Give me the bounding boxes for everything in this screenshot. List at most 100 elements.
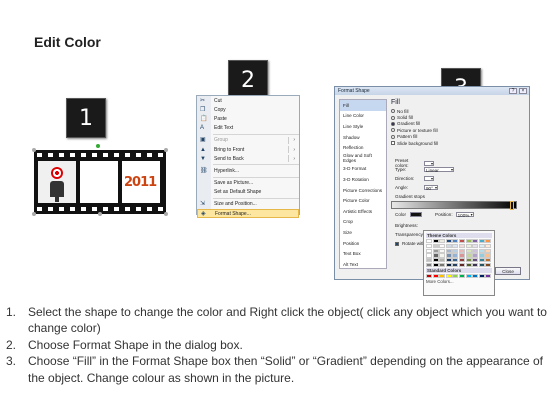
color-swatch[interactable]: [439, 253, 446, 258]
color-swatch[interactable]: [426, 248, 432, 253]
help-button[interactable]: ?: [509, 88, 517, 94]
category-alt-text[interactable]: Alt Text: [340, 259, 386, 270]
preset-colors-dropdown[interactable]: [424, 160, 434, 166]
color-swatch[interactable]: [445, 239, 452, 244]
color-swatch[interactable]: [426, 258, 432, 263]
position-input[interactable]: 100%: [455, 212, 474, 218]
color-swatch[interactable]: [472, 239, 479, 244]
color-swatch[interactable]: [472, 253, 479, 258]
menu-item-paste[interactable]: 📋 Paste: [197, 114, 299, 123]
color-swatch[interactable]: [439, 258, 446, 263]
color-swatch[interactable]: [426, 274, 432, 279]
color-swatch[interactable]: [465, 248, 472, 253]
category-artistic-effects[interactable]: Artistic Effects: [340, 206, 386, 217]
menu-item-size-and-position[interactable]: ⇲ Size and Position...: [197, 200, 299, 209]
category-line-style[interactable]: Line Style: [340, 121, 386, 132]
color-swatch[interactable]: [432, 258, 439, 263]
category-position[interactable]: Position: [340, 238, 386, 249]
color-swatch[interactable]: [432, 239, 439, 244]
color-swatch[interactable]: [472, 262, 479, 268]
color-swatch[interactable]: [472, 248, 479, 253]
color-swatch[interactable]: [485, 274, 492, 279]
color-swatch[interactable]: [478, 274, 485, 279]
color-swatch[interactable]: [432, 274, 439, 279]
color-swatch[interactable]: [452, 258, 459, 263]
menu-item-group[interactable]: ▣ Group ›: [197, 136, 299, 145]
color-swatch[interactable]: [445, 262, 452, 268]
color-swatch[interactable]: [426, 262, 432, 268]
color-swatch[interactable]: [439, 243, 446, 248]
color-swatch[interactable]: [458, 243, 465, 248]
category-glow-and-soft-edges[interactable]: Glow and Soft Edges: [340, 153, 386, 164]
menu-item-bring-to-front[interactable]: ▲ Bring to Front ›: [197, 145, 299, 154]
resize-handle[interactable]: [98, 212, 102, 216]
resize-handle[interactable]: [32, 212, 36, 216]
color-swatch[interactable]: [478, 253, 485, 258]
color-swatch[interactable]: [458, 239, 465, 244]
menu-item-edit-text[interactable]: A Edit Text: [197, 124, 299, 133]
color-swatch[interactable]: [465, 274, 472, 279]
color-swatch[interactable]: [472, 243, 479, 248]
menu-item-save-as-picture[interactable]: Save as Picture...: [197, 179, 299, 188]
color-dropdown[interactable]: [410, 212, 422, 217]
color-swatch[interactable]: [452, 248, 459, 253]
menu-item-send-to-back[interactable]: ▼ Send to Back ›: [197, 154, 299, 163]
close-icon[interactable]: ×: [519, 88, 527, 94]
category-3-d-format[interactable]: 3-D Format: [340, 164, 386, 175]
color-swatch[interactable]: [485, 262, 492, 268]
category-3-d-rotation[interactable]: 3-D Rotation: [340, 174, 386, 185]
color-swatch[interactable]: [452, 262, 459, 268]
color-swatch[interactable]: [478, 239, 485, 244]
color-swatch[interactable]: [485, 253, 492, 258]
category-shadow[interactable]: Shadow: [340, 132, 386, 143]
category-fill[interactable]: Fill: [340, 100, 386, 111]
color-swatch[interactable]: [465, 258, 472, 263]
color-swatch[interactable]: [465, 239, 472, 244]
color-swatch[interactable]: [452, 239, 459, 244]
category-picture-color[interactable]: Picture Color: [340, 195, 386, 206]
category-picture-corrections[interactable]: Picture Corrections: [340, 185, 386, 196]
color-swatch[interactable]: [432, 262, 439, 268]
color-swatch[interactable]: [458, 253, 465, 258]
color-swatch[interactable]: [445, 243, 452, 248]
color-swatch[interactable]: [458, 262, 465, 268]
color-swatch[interactable]: [465, 262, 472, 268]
menu-item-set-as-default-shape[interactable]: Set as Default Shape: [197, 188, 299, 197]
color-swatch[interactable]: [452, 274, 459, 279]
menu-item-copy[interactable]: ❐ Copy: [197, 105, 299, 114]
color-swatch[interactable]: [465, 253, 472, 258]
category-reflection[interactable]: Reflection: [340, 142, 386, 153]
type-dropdown[interactable]: Linear: [424, 167, 454, 173]
gradient-stop-handle[interactable]: [510, 201, 514, 210]
color-swatch[interactable]: [445, 253, 452, 258]
color-swatch[interactable]: [432, 243, 439, 248]
category-crop[interactable]: Crop: [340, 217, 386, 228]
color-swatch[interactable]: [432, 253, 439, 258]
rotation-handle[interactable]: [96, 144, 100, 148]
color-swatch[interactable]: [452, 253, 459, 258]
direction-dropdown[interactable]: [424, 176, 434, 181]
color-swatch[interactable]: [439, 262, 446, 268]
color-swatch[interactable]: [485, 258, 492, 263]
color-swatch[interactable]: [478, 262, 485, 268]
color-swatch[interactable]: [458, 248, 465, 253]
gradient-stops-bar[interactable]: [391, 201, 517, 210]
menu-item-cut[interactable]: ✂ Cut: [197, 96, 299, 105]
category-size[interactable]: Size: [340, 227, 386, 238]
category-line-color[interactable]: Line Color: [340, 111, 386, 122]
resize-handle[interactable]: [164, 212, 168, 216]
angle-input[interactable]: 90°: [424, 185, 438, 191]
color-swatch[interactable]: [478, 248, 485, 253]
color-swatch[interactable]: [445, 258, 452, 263]
menu-item-format-shape[interactable]: ◈ Format Shape...: [197, 209, 299, 219]
more-colors-link[interactable]: More Colors...: [426, 279, 492, 284]
color-swatch[interactable]: [485, 243, 492, 248]
resize-handle[interactable]: [164, 148, 168, 152]
color-swatch[interactable]: [465, 243, 472, 248]
color-swatch[interactable]: [445, 274, 452, 279]
color-swatch[interactable]: [439, 274, 446, 279]
color-swatch[interactable]: [478, 243, 485, 248]
category-text-box[interactable]: Text Box: [340, 248, 386, 259]
color-swatch[interactable]: [478, 258, 485, 263]
color-swatch[interactable]: [485, 248, 492, 253]
